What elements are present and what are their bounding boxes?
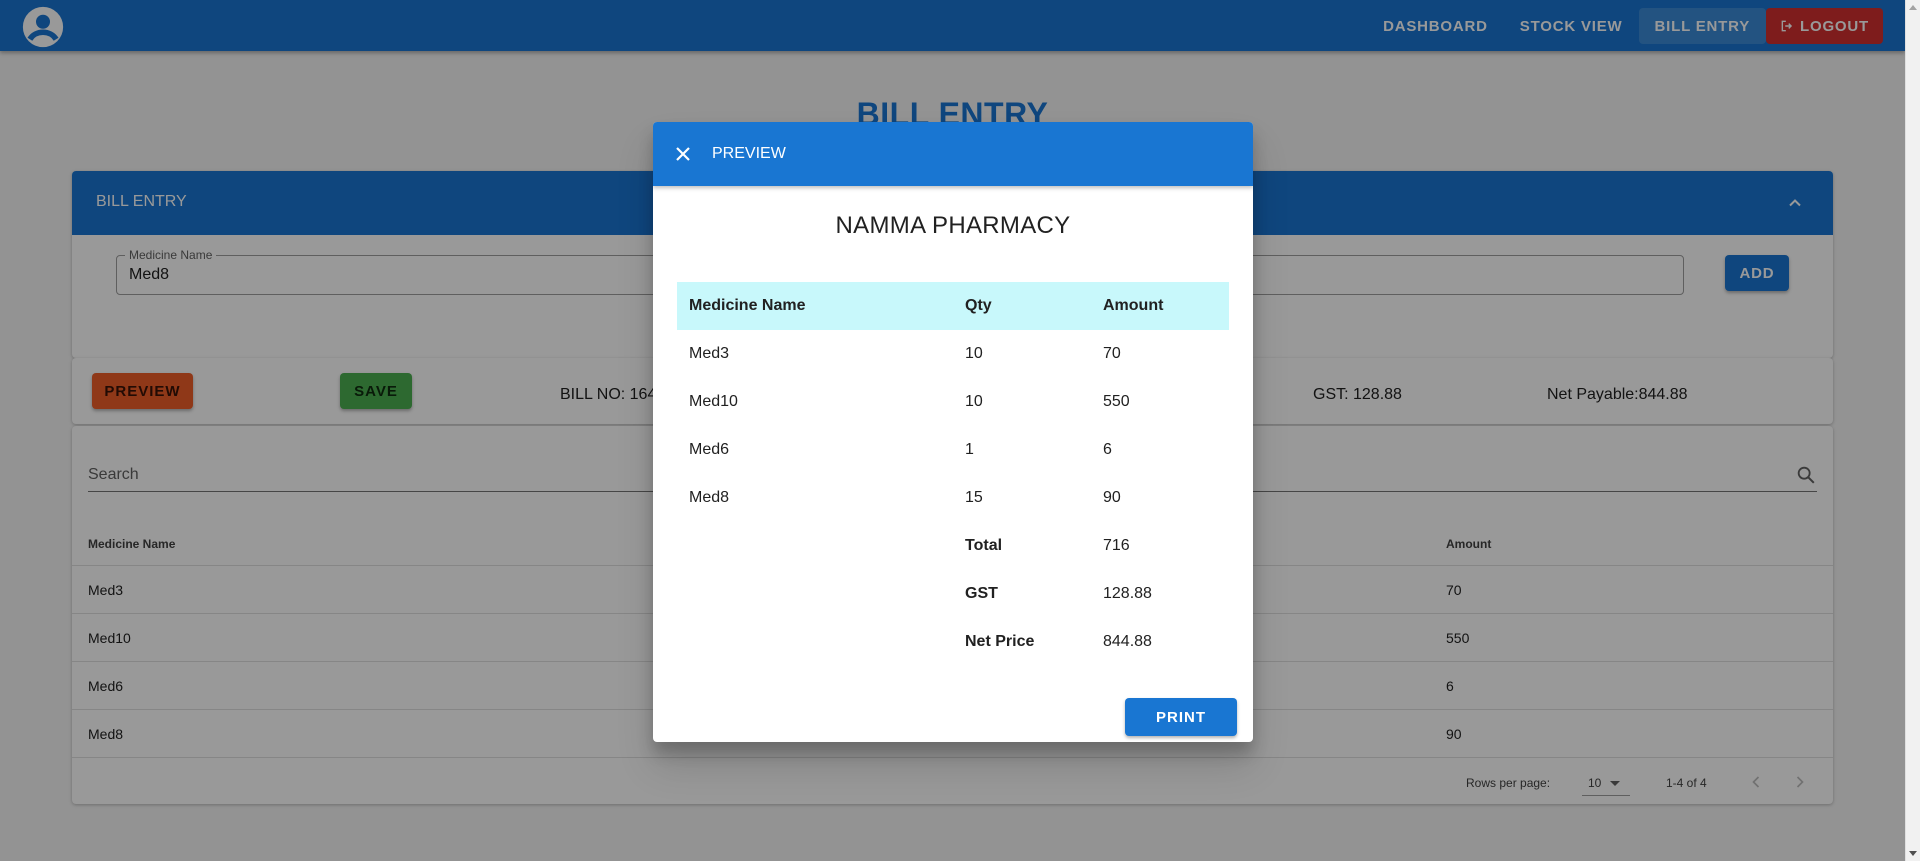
preview-header-amount: Amount: [1103, 297, 1164, 314]
preview-item-name: Med8: [689, 489, 730, 506]
preview-table-header: Medicine Name Qty Amount: [677, 282, 1229, 330]
print-button[interactable]: PRINT: [1125, 698, 1237, 736]
preview-item-qty: 15: [965, 489, 983, 506]
preview-item-amount: 90: [1103, 489, 1121, 506]
preview-item-row: Med6 1 6: [677, 426, 1229, 474]
close-icon[interactable]: [671, 142, 695, 166]
preview-item-row: Med8 15 90: [677, 474, 1229, 522]
scroll-up-icon[interactable]: [1909, 5, 1917, 10]
preview-item-qty: 10: [965, 393, 983, 410]
preview-bill-table: Medicine Name Qty Amount Med3 10 70 Med1…: [677, 282, 1229, 666]
preview-item-qty: 10: [965, 345, 983, 362]
preview-item-row: Med3 10 70: [677, 330, 1229, 378]
net-price-label: Net Price: [965, 633, 1035, 650]
store-name: NAMMA PHARMACY: [835, 212, 1071, 239]
preview-item-amount: 550: [1103, 393, 1130, 410]
preview-item-amount: 6: [1103, 441, 1112, 458]
preview-total-row: Total 716: [677, 522, 1229, 570]
preview-item-row: Med10 10 550: [677, 378, 1229, 426]
gst-value: 128.88: [1103, 585, 1152, 602]
preview-item-name: Med3: [689, 345, 730, 362]
preview-dialog-header: PREVIEW: [653, 122, 1253, 186]
preview-item-amount: 70: [1103, 345, 1121, 362]
preview-item-qty: 1: [965, 441, 974, 458]
preview-net-price-row: Net Price 844.88: [677, 618, 1229, 666]
total-label: Total: [965, 537, 1003, 554]
preview-item-name: Med6: [689, 441, 730, 458]
net-price-value: 844.88: [1103, 633, 1152, 650]
preview-dialog: PREVIEW NAMMA PHARMACY Medicine Name Qty…: [653, 122, 1253, 742]
preview-item-name: Med10: [689, 393, 738, 410]
preview-dialog-title: PREVIEW: [712, 145, 786, 162]
gst-label: GST: [965, 585, 998, 602]
page-scrollbar[interactable]: [1905, 0, 1920, 861]
preview-header-qty: Qty: [965, 297, 992, 314]
preview-gst-row: GST 128.88: [677, 570, 1229, 618]
preview-header-medicine-name: Medicine Name: [689, 297, 806, 314]
scroll-down-icon[interactable]: [1909, 851, 1917, 856]
total-value: 716: [1103, 537, 1130, 554]
